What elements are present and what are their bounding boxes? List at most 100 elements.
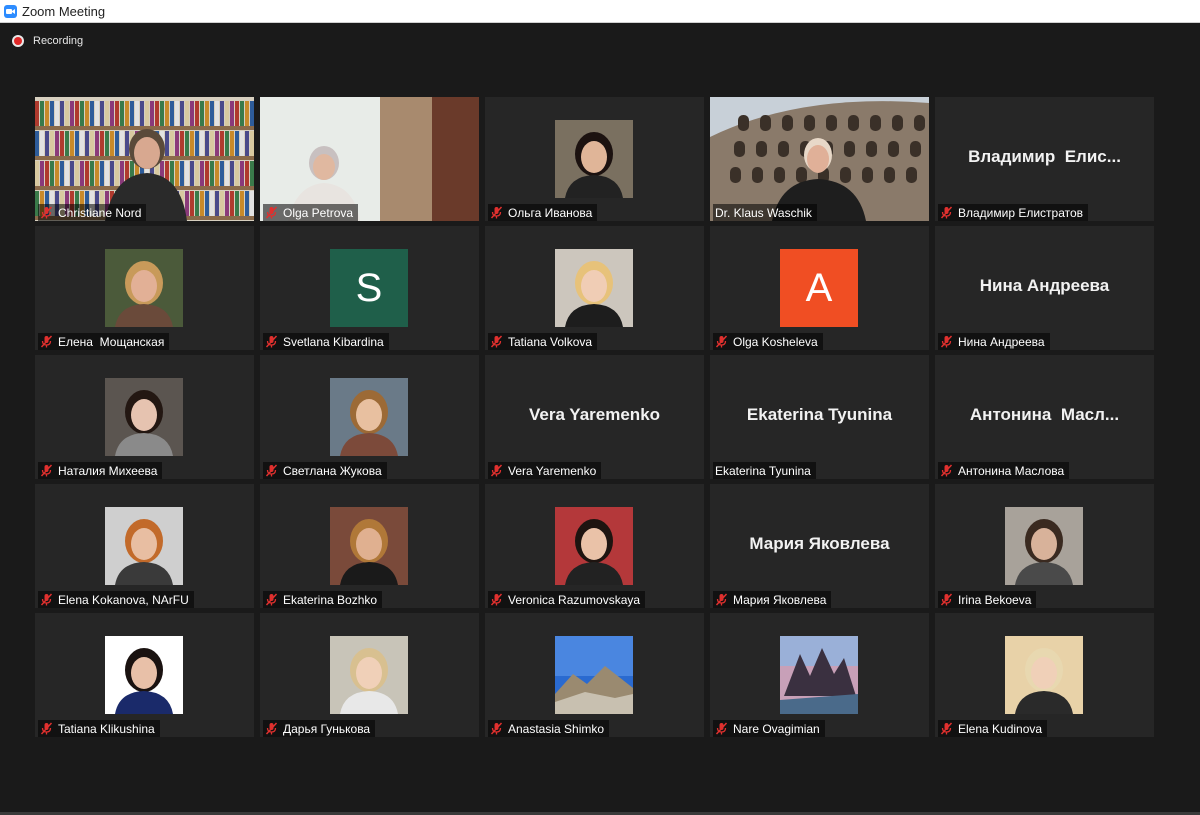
participant-tile[interactable]: Ekaterina Bozhko [260, 484, 479, 608]
participant-tile[interactable]: Мария Яковлева Мария Яковлева [710, 484, 929, 608]
participant-name: Olga Kosheleva [733, 334, 818, 349]
window-title: Zoom Meeting [22, 3, 106, 19]
participant-name-tag: Olga Kosheleva [713, 333, 823, 350]
participant-name: Anastasia Shimko [508, 721, 605, 736]
recording-indicator[interactable]: Recording [12, 35, 83, 47]
recording-dot-icon [12, 35, 24, 47]
mic-muted-icon [940, 464, 953, 477]
mic-muted-icon [40, 464, 53, 477]
participant-tile[interactable]: Elena Kokanova, NArFU [35, 484, 254, 608]
participant-display-name: Антонина Масл... [969, 405, 1120, 424]
participant-name-tag: Elena Kokanova, NArFU [38, 591, 194, 608]
mic-muted-icon [40, 335, 53, 348]
mic-muted-icon [40, 593, 53, 606]
participant-name-tag: Irina Bekoeva [938, 591, 1037, 608]
participant-name-tag: Светлана Жукова [263, 462, 387, 479]
participant-name-tag: Елена Мощанская [38, 333, 170, 350]
mic-muted-icon [940, 722, 953, 735]
participant-photo [105, 378, 183, 456]
participant-tile[interactable]: Nare Ovagimian [710, 613, 929, 737]
participant-name-tag: Ekaterina Bozhko [263, 591, 383, 608]
participant-name: Наталия Михеева [58, 463, 158, 478]
participant-tile[interactable]: Tatiana Volkova [485, 226, 704, 350]
participant-tile[interactable]: Anastasia Shimko [485, 613, 704, 737]
participant-display-name: Нина Андреева [979, 276, 1110, 295]
participant-photo [780, 636, 858, 714]
participant-tile[interactable]: Elena Kudinova [935, 613, 1154, 737]
mic-muted-icon [940, 335, 953, 348]
title-bar: Zoom Meeting [0, 0, 1200, 23]
participant-name-tag: Tatiana Volkova [488, 333, 598, 350]
participant-name-tag: Olga Petrova [263, 204, 359, 221]
mic-muted-icon [265, 206, 278, 219]
participant-name: Мария Яковлева [733, 592, 827, 607]
participant-tile[interactable]: A Olga Kosheleva [710, 226, 929, 350]
participant-tile[interactable]: Ольга Иванова [485, 97, 704, 221]
mic-muted-icon [490, 722, 503, 735]
participant-name-tag: Nare Ovagimian [713, 720, 825, 737]
participant-tile[interactable]: Елена Мощанская [35, 226, 254, 350]
participant-photo [330, 507, 408, 585]
participant-video [260, 97, 479, 221]
participant-name-tag: Наталия Михеева [38, 462, 163, 479]
participant-tile[interactable]: Olga Petrova [260, 97, 479, 221]
zoom-app-icon [4, 4, 17, 18]
avatar-letter: A [780, 249, 858, 327]
participant-name: Ekaterina Tyunina [715, 463, 811, 478]
participant-photo [105, 507, 183, 585]
participant-tile[interactable]: Veronica Razumovskaya [485, 484, 704, 608]
participant-name: Olga Petrova [283, 205, 354, 220]
participant-tile[interactable]: Vera Yaremenko Vera Yaremenko [485, 355, 704, 479]
participant-name-tag: Нина Андреева [938, 333, 1050, 350]
mic-muted-icon [490, 464, 503, 477]
participant-tile[interactable]: Антонина Масл... Антонина Маслова [935, 355, 1154, 479]
participant-name-tag: Владимир Елистратов [938, 204, 1089, 221]
participant-photo [555, 249, 633, 327]
mic-muted-icon [265, 335, 278, 348]
participant-name-tag: Anastasia Shimko [488, 720, 610, 737]
mic-muted-icon [940, 593, 953, 606]
participant-tile[interactable]: Дарья Гунькова [260, 613, 479, 737]
participant-display-name: Vera Yaremenko [528, 405, 661, 424]
participant-tile[interactable]: Ekaterina Tyunina Ekaterina Tyunina [710, 355, 929, 479]
participant-name: Антонина Маслова [958, 463, 1065, 478]
participant-video [710, 97, 929, 221]
mic-muted-icon [40, 722, 53, 735]
participant-photo [105, 249, 183, 327]
participant-photo [1005, 507, 1083, 585]
mic-muted-icon [490, 206, 503, 219]
participant-tile[interactable]: Светлана Жукова [260, 355, 479, 479]
participant-name: Dr. Klaus Waschik [715, 205, 812, 220]
participant-name: Elena Kokanova, NArFU [58, 592, 189, 607]
participant-name: Дарья Гунькова [283, 721, 371, 736]
mic-muted-icon [40, 206, 53, 219]
participant-display-name: Мария Яковлева [749, 534, 890, 553]
participant-name-tag: Svetlana Kibardina [263, 333, 389, 350]
participant-name: Нина Андреева [958, 334, 1045, 349]
participant-name: Владимир Елистратов [958, 205, 1084, 220]
participant-name-tag: Veronica Razumovskaya [488, 591, 646, 608]
recording-label: Recording [33, 35, 84, 47]
mic-muted-icon [715, 722, 728, 735]
participant-tile[interactable]: Владимир Елис... Владимир Елистратов [935, 97, 1154, 221]
participant-name: Vera Yaremenko [508, 463, 597, 478]
participant-name: Tatiana Volkova [508, 334, 593, 349]
participant-photo [555, 507, 633, 585]
participant-photo [1005, 636, 1083, 714]
participant-tile[interactable]: Tatiana Klikushina [35, 613, 254, 737]
participant-tile[interactable]: Dr. Klaus Waschik [710, 97, 929, 221]
mic-muted-icon [265, 464, 278, 477]
participant-tile[interactable]: Наталия Михеева [35, 355, 254, 479]
avatar-letter: S [330, 249, 408, 327]
participant-name-tag: Elena Kudinova [938, 720, 1048, 737]
participant-tile[interactable]: Irina Bekoeva [935, 484, 1154, 608]
participant-tile[interactable]: S Svetlana Kibardina [260, 226, 479, 350]
participant-tile[interactable]: Christiane Nord [35, 97, 254, 221]
participant-name-tag: Дарья Гунькова [263, 720, 376, 737]
participant-name-tag: Антонина Маслова [938, 462, 1070, 479]
participant-photo [555, 636, 633, 714]
participant-name: Ekaterina Bozhko [283, 592, 378, 607]
participant-tile[interactable]: Нина Андреева Нина Андреева [935, 226, 1154, 350]
participant-video [35, 97, 254, 221]
participant-name-tag: Vera Yaremenko [488, 462, 602, 479]
